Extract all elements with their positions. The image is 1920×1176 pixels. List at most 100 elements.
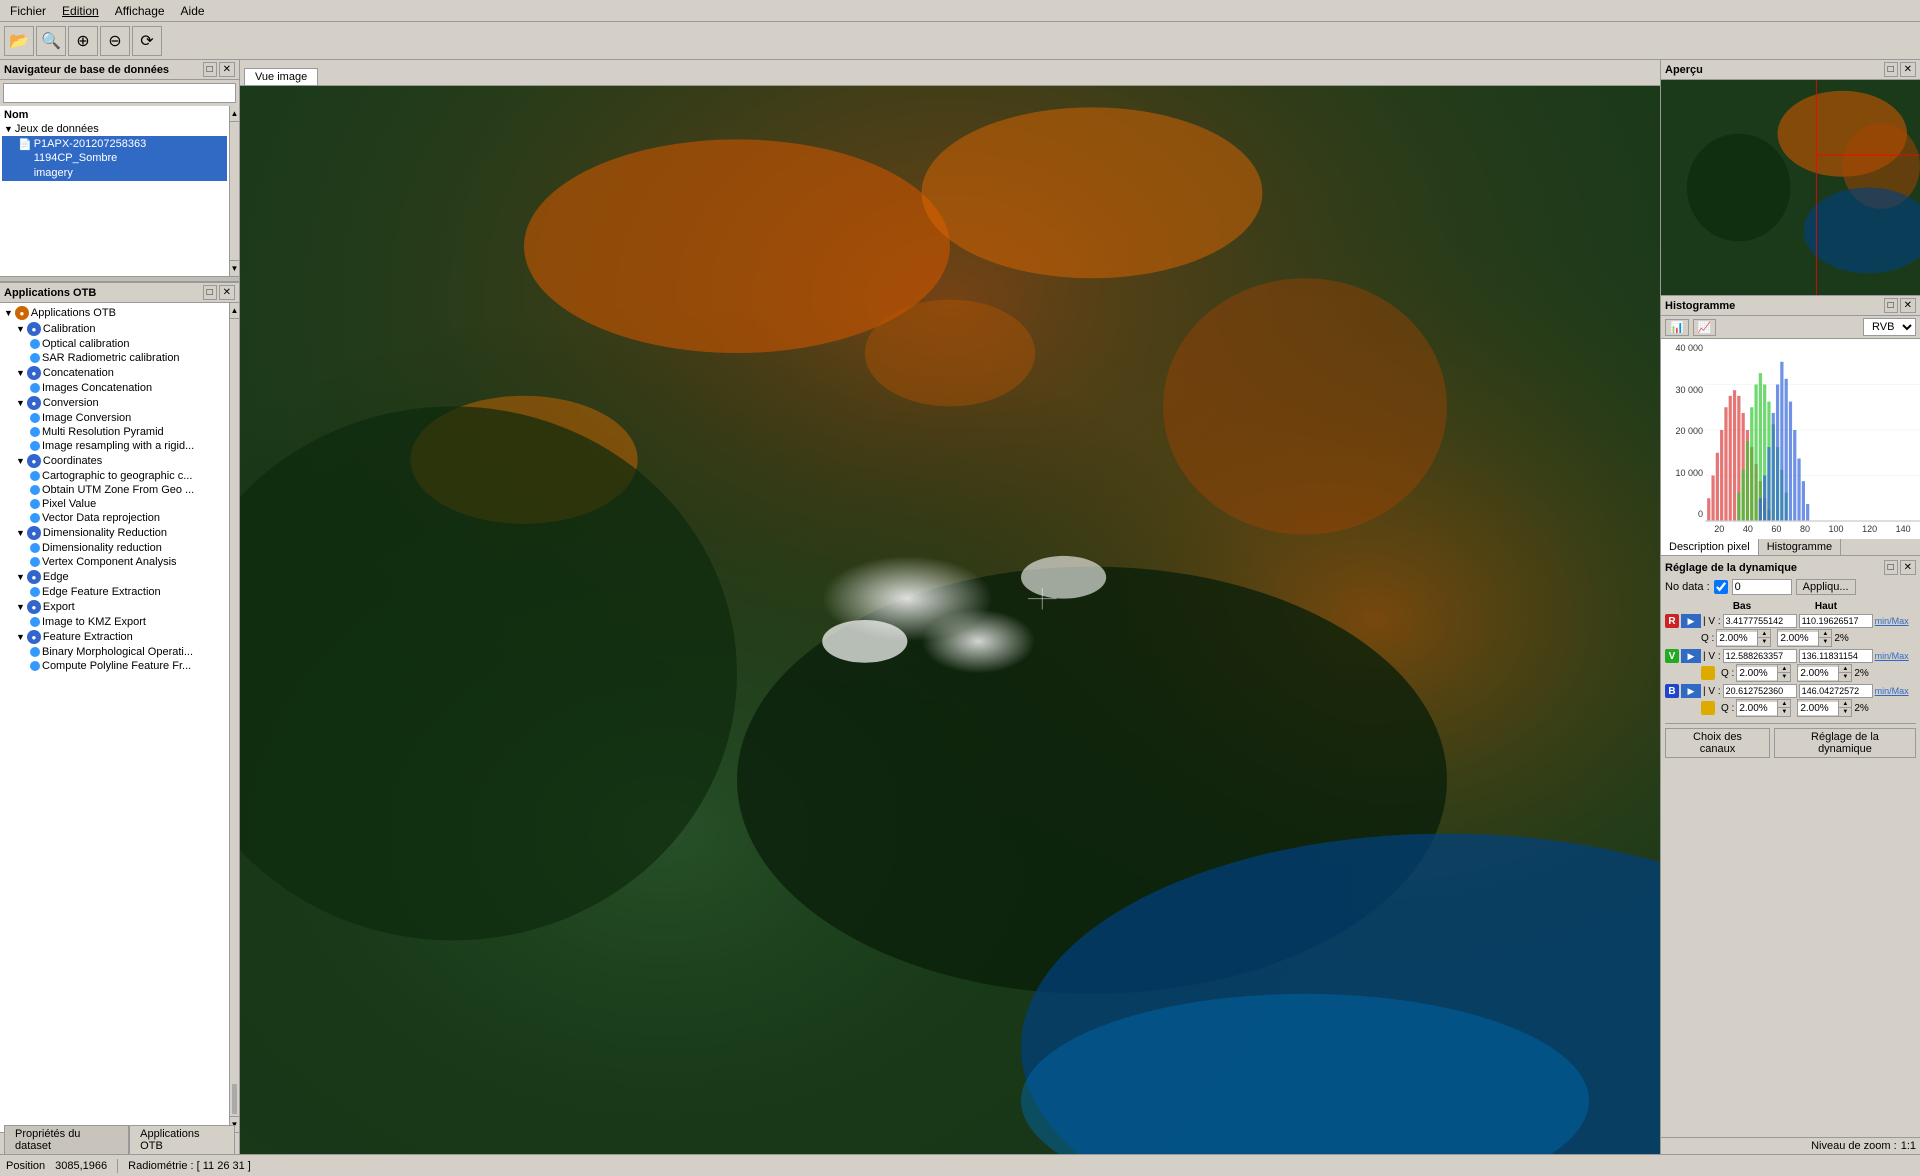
g-q-haut-down[interactable]: ▼ bbox=[1839, 673, 1851, 681]
image-conversion-item[interactable]: Image Conversion bbox=[2, 411, 227, 425]
menu-aide[interactable]: Aide bbox=[173, 2, 213, 20]
r-q-bas-down[interactable]: ▼ bbox=[1758, 638, 1770, 646]
b-yellow-icon[interactable] bbox=[1701, 701, 1715, 715]
g-q-haut-up[interactable]: ▲ bbox=[1839, 665, 1851, 673]
image-resample-item[interactable]: Image resampling with a rigid... bbox=[2, 439, 227, 453]
dynamic-icon2[interactable]: ✕ bbox=[1900, 560, 1916, 575]
pixel-value-item[interactable]: Pixel Value bbox=[2, 497, 227, 511]
g-q-bas-down[interactable]: ▼ bbox=[1778, 673, 1790, 681]
desc-pixel-tab[interactable]: Description pixel bbox=[1661, 539, 1759, 555]
otb-export[interactable]: ▼ ● Export bbox=[2, 599, 227, 615]
otb-coordinates[interactable]: ▼ ● Coordinates bbox=[2, 453, 227, 469]
apply-button[interactable]: Appliqu... bbox=[1796, 579, 1856, 595]
applications-tab[interactable]: Applications OTB bbox=[129, 1125, 235, 1154]
otb-edge[interactable]: ▼ ● Edge bbox=[2, 569, 227, 585]
g-minmax-link[interactable]: min/Max bbox=[1875, 651, 1909, 661]
scroll-up-btn[interactable]: ▲ bbox=[230, 106, 239, 122]
vertex-component-item[interactable]: Vertex Component Analysis bbox=[2, 555, 227, 569]
nodata-input[interactable] bbox=[1732, 579, 1792, 595]
b-q-bas-input[interactable] bbox=[1737, 702, 1777, 715]
b-q-haut-up[interactable]: ▲ bbox=[1839, 700, 1851, 708]
b-bas-input[interactable] bbox=[1723, 684, 1797, 698]
compute-polyline-label: Compute Polyline Feature Fr... bbox=[42, 660, 191, 672]
vue-image-tab[interactable]: Vue image bbox=[244, 68, 318, 85]
edge-feature-item[interactable]: Edge Feature Extraction bbox=[2, 585, 227, 599]
r-q-bas-up[interactable]: ▲ bbox=[1758, 630, 1770, 638]
b-q-haut-input[interactable] bbox=[1798, 702, 1838, 715]
search-button[interactable]: 🔍 bbox=[36, 26, 66, 56]
r-q-haut-down[interactable]: ▼ bbox=[1819, 638, 1831, 646]
choix-canaux-btn[interactable]: Choix des canaux bbox=[1665, 728, 1770, 758]
g-q-bas-up[interactable]: ▲ bbox=[1778, 665, 1790, 673]
otb-scroll-thumb[interactable] bbox=[232, 1084, 237, 1114]
hist-btn1[interactable]: 📊 bbox=[1665, 319, 1689, 336]
apercu-icon2[interactable]: ✕ bbox=[1900, 62, 1916, 77]
b-forward-btn[interactable]: ▶ bbox=[1681, 684, 1701, 698]
dim-reduction-item[interactable]: Dimensionality reduction bbox=[2, 541, 227, 555]
scroll-down-btn[interactable]: ▼ bbox=[230, 260, 239, 276]
r-q-bas-input[interactable] bbox=[1717, 632, 1757, 645]
multi-res-item[interactable]: Multi Resolution Pyramid bbox=[2, 425, 227, 439]
otb-scroll-up[interactable]: ▲ bbox=[230, 303, 239, 319]
search-input[interactable] bbox=[3, 83, 236, 103]
zoom-out-button[interactable]: ⊖ bbox=[100, 26, 130, 56]
db-nav-icon1[interactable]: □ bbox=[203, 62, 217, 77]
otb-concatenation[interactable]: ▼ ● Concatenation bbox=[2, 365, 227, 381]
histogram-tab[interactable]: Histogramme bbox=[1759, 539, 1841, 555]
hist-btn2[interactable]: 📈 bbox=[1693, 319, 1717, 336]
image-view[interactable] bbox=[240, 86, 1660, 1154]
toolbar: 📂 🔍 ⊕ ⊖ ⟳ bbox=[0, 22, 1920, 60]
g-bas-input[interactable] bbox=[1723, 649, 1797, 663]
b-minmax-link[interactable]: min/Max bbox=[1875, 686, 1909, 696]
dynamic-icon1[interactable]: □ bbox=[1884, 560, 1898, 575]
otb-icon2[interactable]: ✕ bbox=[219, 285, 235, 300]
menu-edition[interactable]: Edition bbox=[54, 2, 107, 20]
apercu-icon1[interactable]: □ bbox=[1884, 62, 1898, 77]
hist-icon2[interactable]: ✕ bbox=[1900, 298, 1916, 313]
g-haut-input[interactable] bbox=[1799, 649, 1873, 663]
r-q-haut-up[interactable]: ▲ bbox=[1819, 630, 1831, 638]
obtain-utm-item[interactable]: Obtain UTM Zone From Geo ... bbox=[2, 483, 227, 497]
otb-feature[interactable]: ▼ ● Feature Extraction bbox=[2, 629, 227, 645]
r-q-haut-input[interactable] bbox=[1778, 632, 1818, 645]
menu-affichage[interactable]: Affichage bbox=[107, 2, 173, 20]
g-q-bas-input[interactable] bbox=[1737, 667, 1777, 680]
binary-morpho-item[interactable]: Binary Morphological Operati... bbox=[2, 645, 227, 659]
b-q-haut-down[interactable]: ▼ bbox=[1839, 708, 1851, 716]
hist-mode-select[interactable]: RVB bbox=[1863, 318, 1916, 336]
tree-jeux-item[interactable]: ▼ Jeux de données bbox=[2, 122, 227, 136]
nodata-checkbox[interactable] bbox=[1714, 580, 1728, 594]
cartographic-item[interactable]: Cartographic to geographic c... bbox=[2, 469, 227, 483]
menu-fichier[interactable]: Fichier bbox=[2, 2, 54, 20]
hist-icon1[interactable]: □ bbox=[1884, 298, 1898, 313]
b-q-bas-up[interactable]: ▲ bbox=[1778, 700, 1790, 708]
kmz-export-item[interactable]: Image to KMZ Export bbox=[2, 615, 227, 629]
tree-dataset-item[interactable]: 📄 P1APX-2012072583631194CP_Sombreimagery bbox=[2, 136, 227, 181]
g-forward-btn[interactable]: ▶ bbox=[1681, 649, 1701, 663]
compute-polyline-item[interactable]: Compute Polyline Feature Fr... bbox=[2, 659, 227, 673]
g-yellow-icon[interactable] bbox=[1701, 666, 1715, 680]
otb-calibration[interactable]: ▼ ● Calibration bbox=[2, 321, 227, 337]
images-concat-item[interactable]: Images Concatenation bbox=[2, 381, 227, 395]
r-forward-btn[interactable]: ▶ bbox=[1681, 614, 1701, 628]
zoom-in-button[interactable]: ⊕ bbox=[68, 26, 98, 56]
open-button[interactable]: 📂 bbox=[4, 26, 34, 56]
b-q-bas-down[interactable]: ▼ bbox=[1778, 708, 1790, 716]
otb-root[interactable]: ▼ ● Applications OTB bbox=[2, 305, 227, 321]
r-bas-input[interactable] bbox=[1723, 614, 1797, 628]
b-haut-input[interactable] bbox=[1799, 684, 1873, 698]
db-nav-icon2[interactable]: ✕ bbox=[219, 62, 235, 77]
reglage-dynamique-btn[interactable]: Réglage de la dynamique bbox=[1774, 728, 1916, 758]
optical-calibration-item[interactable]: Optical calibration bbox=[2, 337, 227, 351]
properties-tab[interactable]: Propriétés du dataset bbox=[4, 1125, 129, 1154]
vector-data-item[interactable]: Vector Data reprojection bbox=[2, 511, 227, 525]
otb-dim-reduction[interactable]: ▼ ● Dimensionality Reduction bbox=[2, 525, 227, 541]
otb-icon1[interactable]: □ bbox=[203, 285, 217, 300]
g-q-haut-input[interactable] bbox=[1798, 667, 1838, 680]
sar-calibration-item[interactable]: SAR Radiometric calibration bbox=[2, 351, 227, 365]
r-haut-input[interactable] bbox=[1799, 614, 1873, 628]
apercu-image[interactable] bbox=[1661, 80, 1920, 295]
home-button[interactable]: ⟳ bbox=[132, 26, 162, 56]
otb-conversion[interactable]: ▼ ● Conversion bbox=[2, 395, 227, 411]
r-minmax-link[interactable]: min/Max bbox=[1875, 616, 1909, 626]
